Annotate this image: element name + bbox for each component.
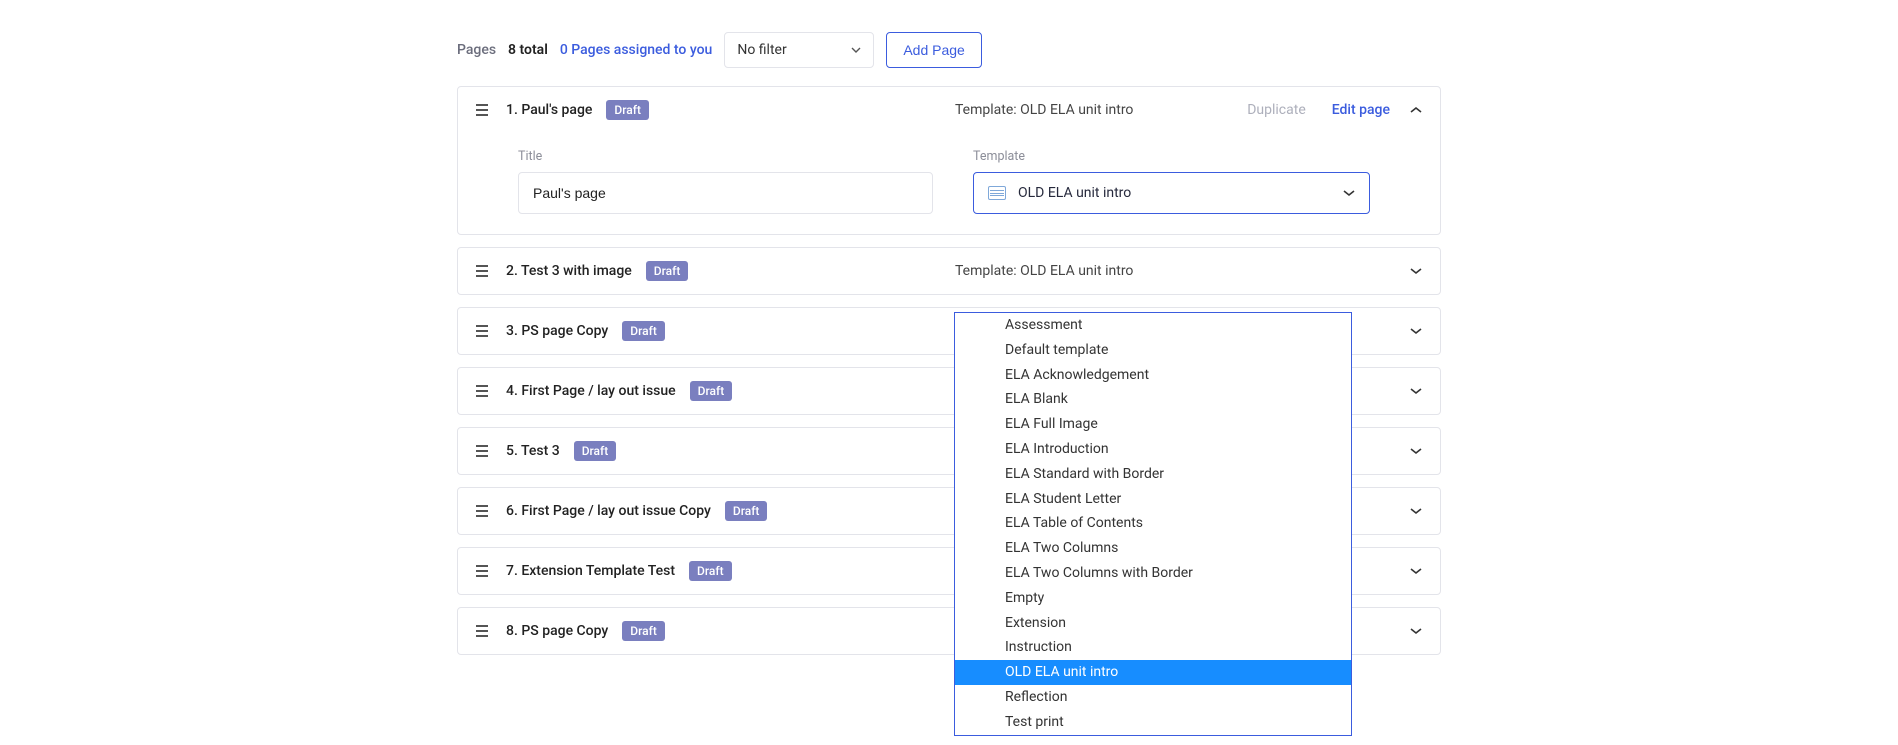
template-option[interactable]: Extension (955, 611, 1351, 636)
page-row-title: 4. First Page / lay out issue (506, 383, 676, 399)
status-badge: Draft (689, 561, 732, 581)
chevron-down-icon[interactable] (1410, 563, 1422, 579)
page-row-header[interactable]: 1. Paul's page Draft Template: OLD ELA u… (458, 87, 1440, 133)
template-option[interactable]: Assessment (955, 313, 1351, 338)
drag-handle-icon[interactable] (476, 385, 488, 397)
page-row-title: 5. Test 3 (506, 443, 560, 459)
drag-handle-icon[interactable] (476, 265, 488, 277)
pages-label: Pages (457, 42, 496, 58)
chevron-down-icon[interactable] (1410, 383, 1422, 399)
title-input[interactable] (518, 172, 933, 214)
template-select-value: OLD ELA unit intro (1018, 185, 1131, 201)
title-field-label: Title (518, 149, 933, 164)
status-badge: Draft (622, 321, 665, 341)
pages-header: Pages 8 total 0 Pages assigned to you No… (457, 32, 1441, 68)
template-option[interactable]: ELA Acknowledgement (955, 363, 1351, 388)
drag-handle-icon[interactable] (476, 104, 488, 116)
chevron-down-icon[interactable] (1410, 263, 1422, 279)
drag-handle-icon[interactable] (476, 325, 488, 337)
template-option[interactable]: ELA Two Columns with Border (955, 561, 1351, 586)
page-row-title: 7. Extension Template Test (506, 563, 675, 579)
template-option[interactable]: ELA Full Image (955, 412, 1351, 437)
chevron-down-icon (1343, 185, 1355, 201)
chevron-down-icon[interactable] (1410, 503, 1422, 519)
page-row-body: Title Template OLD ELA unit intro (458, 133, 1440, 234)
page-row: 2. Test 3 with image Draft Template: OLD… (457, 247, 1441, 295)
status-badge: Draft (574, 441, 617, 461)
template-option[interactable]: Test print (955, 710, 1351, 735)
chevron-down-icon[interactable] (1410, 323, 1422, 339)
status-badge: Draft (725, 501, 768, 521)
drag-handle-icon[interactable] (476, 445, 488, 457)
page-row-template: Template: OLD ELA unit intro (955, 102, 1133, 118)
drag-handle-icon[interactable] (476, 505, 488, 517)
template-icon (988, 186, 1006, 200)
template-select[interactable]: OLD ELA unit intro (973, 172, 1370, 214)
pages-total: 8 total (508, 42, 548, 58)
template-option[interactable]: Instruction (955, 635, 1351, 660)
template-option[interactable]: Default template (955, 338, 1351, 363)
template-option[interactable]: ELA Standard with Border (955, 462, 1351, 487)
template-option[interactable]: OLD ELA unit intro (955, 660, 1351, 685)
template-option[interactable]: ELA Blank (955, 387, 1351, 412)
template-option[interactable]: Reflection (955, 685, 1351, 710)
template-option[interactable]: ELA Introduction (955, 437, 1351, 462)
pages-assigned-link[interactable]: 0 Pages assigned to you (560, 42, 713, 58)
add-page-button[interactable]: Add Page (886, 32, 982, 68)
duplicate-button[interactable]: Duplicate (1247, 102, 1306, 118)
status-badge: Draft (606, 100, 649, 120)
filter-select[interactable]: No filter (724, 32, 874, 68)
template-option[interactable]: ELA Two Columns (955, 536, 1351, 561)
page-row-title: 8. PS page Copy (506, 623, 608, 639)
chevron-down-icon (851, 47, 861, 53)
drag-handle-icon[interactable] (476, 625, 488, 637)
template-field-label: Template (973, 149, 1370, 164)
status-badge: Draft (646, 261, 689, 281)
template-option[interactable]: ELA Student Letter (955, 487, 1351, 512)
page-row-title: 6. First Page / lay out issue Copy (506, 503, 711, 519)
filter-select-value: No filter (737, 42, 786, 58)
chevron-down-icon[interactable] (1410, 443, 1422, 459)
page-row-template: Template: OLD ELA unit intro (955, 263, 1133, 279)
template-option[interactable]: Empty (955, 586, 1351, 611)
page-row-title: 2. Test 3 with image (506, 263, 632, 279)
drag-handle-icon[interactable] (476, 565, 488, 577)
template-dropdown[interactable]: AssessmentDefault templateELA Acknowledg… (954, 312, 1352, 736)
template-option[interactable]: ELA Table of Contents (955, 511, 1351, 536)
chevron-up-icon[interactable] (1410, 102, 1422, 118)
page-row-title: 3. PS page Copy (506, 323, 608, 339)
page-row-header[interactable]: 2. Test 3 with image Draft Template: OLD… (458, 248, 1440, 294)
edit-page-button[interactable]: Edit page (1332, 102, 1390, 118)
page-row: 1. Paul's page Draft Template: OLD ELA u… (457, 86, 1441, 235)
page-row-title: 1. Paul's page (506, 102, 592, 118)
status-badge: Draft (622, 621, 665, 641)
chevron-down-icon[interactable] (1410, 623, 1422, 639)
status-badge: Draft (690, 381, 733, 401)
